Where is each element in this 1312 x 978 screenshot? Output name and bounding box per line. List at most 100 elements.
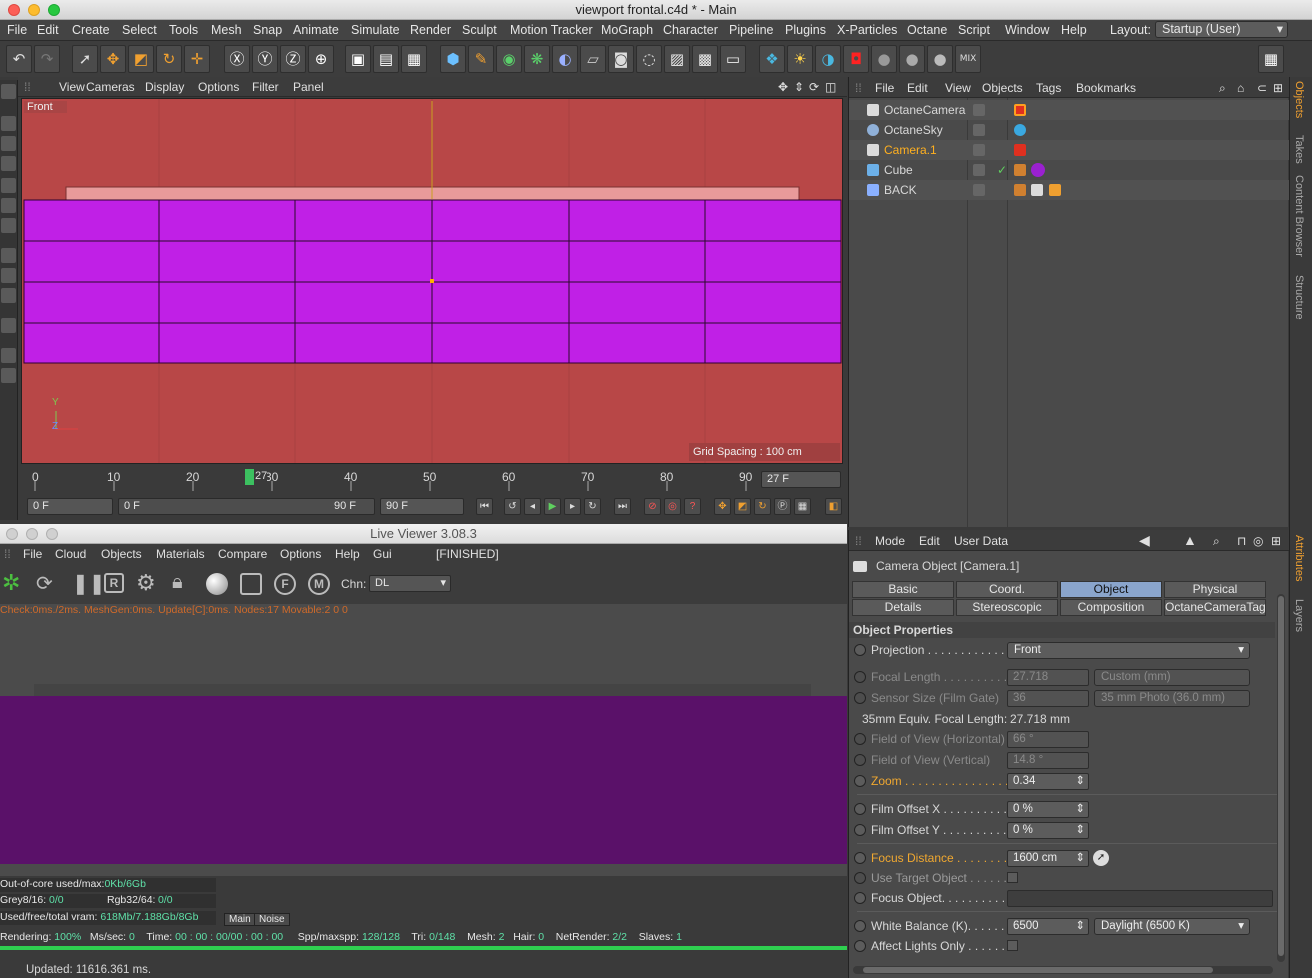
objects-menu-edit[interactable]: Edit bbox=[907, 81, 928, 95]
polygons-mode-icon[interactable] bbox=[1, 218, 16, 233]
lv-menu-help[interactable]: Help bbox=[335, 547, 360, 561]
settings-gear-icon[interactable]: ⚙ bbox=[136, 570, 156, 596]
cube-primitive-icon[interactable]: ⬢ bbox=[440, 45, 466, 73]
tab-objects[interactable]: Objects bbox=[1293, 81, 1305, 118]
autokey-icon[interactable]: ◎ bbox=[664, 498, 681, 515]
points-mode-icon[interactable] bbox=[1, 178, 16, 193]
menu-pipeline[interactable]: Pipeline bbox=[729, 23, 773, 37]
lv-menu-gui[interactable]: Gui bbox=[373, 547, 392, 561]
menu-octane[interactable]: Octane bbox=[907, 23, 947, 37]
link-icon[interactable]: ⊂ bbox=[1257, 81, 1267, 95]
objects-menu-view[interactable]: View bbox=[945, 81, 971, 95]
key-pla-icon[interactable]: ▦ bbox=[794, 498, 811, 515]
animate-radio[interactable] bbox=[854, 920, 866, 932]
key-position-icon[interactable]: ✥ bbox=[714, 498, 731, 515]
model-mode-icon[interactable] bbox=[1, 116, 16, 131]
visibility-icon[interactable] bbox=[973, 184, 985, 196]
tab-details[interactable]: Details bbox=[852, 599, 954, 616]
objects-menu-tags[interactable]: Tags bbox=[1036, 81, 1061, 95]
material-pick-icon[interactable]: M bbox=[308, 573, 330, 595]
attr-scrollbar-thumb[interactable] bbox=[1278, 596, 1284, 956]
objects-menu-bookmarks[interactable]: Bookmarks bbox=[1076, 81, 1136, 95]
restart-render-icon[interactable]: ⟳ bbox=[36, 571, 53, 596]
go-to-start-icon[interactable]: ⏮ bbox=[476, 498, 493, 515]
timeline-ruler[interactable]: 0 10 20 30 40 50 60 70 80 90 27 27 F bbox=[21, 465, 843, 495]
layers-side-icon[interactable] bbox=[1, 368, 16, 383]
texture-mode-icon[interactable] bbox=[1, 136, 16, 151]
menu-motion-tracker[interactable]: Motion Tracker bbox=[510, 23, 593, 37]
attr-hscrollbar[interactable] bbox=[853, 966, 1273, 974]
front-viewport[interactable]: Front Y Z Grid Spacing : 100 cm bbox=[21, 98, 843, 464]
film-offset-y-field[interactable]: 0 % ⇕ bbox=[1007, 822, 1089, 839]
viewport-toggle-icon[interactable]: ◫ bbox=[825, 80, 836, 94]
focal-length-field[interactable]: 27.718 bbox=[1007, 669, 1089, 686]
affect-lights-checkbox[interactable] bbox=[1007, 940, 1018, 951]
sensor-preset-select[interactable]: 35 mm Photo (36.0 mm) bbox=[1094, 690, 1250, 707]
viewport-rotate-icon[interactable]: ⟳ bbox=[809, 80, 819, 94]
enabled-check-icon[interactable]: ✓ bbox=[997, 160, 1007, 180]
film-offset-x-field[interactable]: 0 % ⇕ bbox=[1007, 801, 1089, 818]
viewport-menu-options[interactable]: Options bbox=[198, 80, 239, 94]
snap-icon[interactable] bbox=[1, 288, 16, 303]
viewport-move-icon[interactable]: ✥ bbox=[778, 80, 788, 94]
pick-focus-icon[interactable]: ➚ bbox=[1093, 850, 1109, 866]
region-render-icon[interactable]: R bbox=[104, 573, 124, 593]
animate-radio[interactable] bbox=[854, 803, 866, 815]
octane-daylight-icon[interactable]: ☀ bbox=[787, 45, 813, 73]
camera-icon[interactable]: ◙ bbox=[608, 45, 634, 73]
search-icon[interactable]: ⌕ bbox=[1213, 534, 1220, 549]
tab-stereoscopic[interactable]: Stereoscopic bbox=[956, 599, 1058, 616]
animate-radio[interactable] bbox=[854, 852, 866, 864]
lock-icon[interactable]: 🔒︎ bbox=[172, 571, 183, 594]
tab-noise[interactable]: Noise bbox=[254, 913, 290, 926]
stepper-icon[interactable]: ⇕ bbox=[1075, 851, 1085, 866]
lv-menu-cloud[interactable]: Cloud bbox=[55, 547, 86, 561]
stepper-icon[interactable]: ⇕ bbox=[1075, 802, 1085, 817]
focus-object-link-field[interactable] bbox=[1007, 890, 1273, 907]
coordinate-system-button[interactable]: ⊕ bbox=[308, 45, 334, 73]
key-parameter-icon[interactable]: Ⓟ bbox=[774, 498, 791, 515]
workplane-icon[interactable] bbox=[1, 318, 16, 333]
octane-live-viewer-icon[interactable]: ❖ bbox=[759, 45, 785, 73]
attr-menu-mode[interactable]: Mode bbox=[875, 534, 905, 548]
octane-camera-tag-icon[interactable] bbox=[1014, 104, 1026, 116]
phong-tag-icon[interactable] bbox=[1014, 164, 1026, 176]
pen-spline-icon[interactable]: ✎ bbox=[468, 45, 494, 73]
tab-takes[interactable]: Takes bbox=[1293, 135, 1305, 164]
octane-camera-tag-icon[interactable] bbox=[1014, 144, 1026, 156]
object-row[interactable]: OctaneSky bbox=[849, 120, 1289, 140]
lock-icon[interactable]: ⊓ bbox=[1237, 534, 1246, 548]
tweak-icon[interactable] bbox=[1, 268, 16, 283]
scale-tool-button[interactable]: ◩ bbox=[128, 45, 154, 73]
viewport-menu-filter[interactable]: Filter bbox=[252, 80, 279, 94]
tab-attributes[interactable]: Attributes bbox=[1293, 535, 1305, 581]
tab-basic[interactable]: Basic bbox=[852, 581, 954, 598]
octane-glossy-icon[interactable]: ● bbox=[899, 45, 925, 73]
material-preview-icon[interactable] bbox=[206, 573, 228, 595]
tab-physical[interactable]: Physical bbox=[1164, 581, 1266, 598]
phong-tag-icon[interactable] bbox=[1014, 184, 1026, 196]
end-frame-field[interactable]: 90 F bbox=[380, 498, 464, 515]
grid-icon[interactable] bbox=[1, 348, 16, 363]
animate-radio[interactable] bbox=[854, 692, 866, 704]
array-icon[interactable]: ❋ bbox=[524, 45, 550, 73]
tab-structure[interactable]: Structure bbox=[1293, 275, 1305, 320]
texture-tag-icon[interactable] bbox=[1031, 184, 1043, 196]
lv-menu-materials[interactable]: Materials bbox=[156, 547, 205, 561]
attr-menu-edit[interactable]: Edit bbox=[919, 534, 940, 548]
octane-sky-tag-icon[interactable] bbox=[1014, 124, 1026, 136]
save-incremental-icon[interactable]: ▩ bbox=[692, 45, 718, 73]
floppy-save-icon[interactable]: ▨ bbox=[664, 45, 690, 73]
floor-icon[interactable]: ▱ bbox=[580, 45, 606, 73]
white-balance-field[interactable]: 6500 ⇕ bbox=[1007, 918, 1089, 935]
menu-sculpt[interactable]: Sculpt bbox=[462, 23, 497, 37]
tab-object[interactable]: Object bbox=[1060, 581, 1162, 598]
undo-button[interactable]: ↶ bbox=[6, 45, 32, 73]
menu-window[interactable]: Window bbox=[1005, 23, 1049, 37]
timeline-toggle-icon[interactable]: ◧ bbox=[825, 498, 842, 515]
go-to-end-icon[interactable]: ⏭ bbox=[614, 498, 631, 515]
z-axis-lock-button[interactable]: Ⓩ bbox=[280, 45, 306, 73]
attr-scrollbar[interactable] bbox=[1277, 594, 1285, 962]
animate-radio[interactable] bbox=[854, 775, 866, 787]
sensor-size-field[interactable]: 36 bbox=[1007, 690, 1089, 707]
